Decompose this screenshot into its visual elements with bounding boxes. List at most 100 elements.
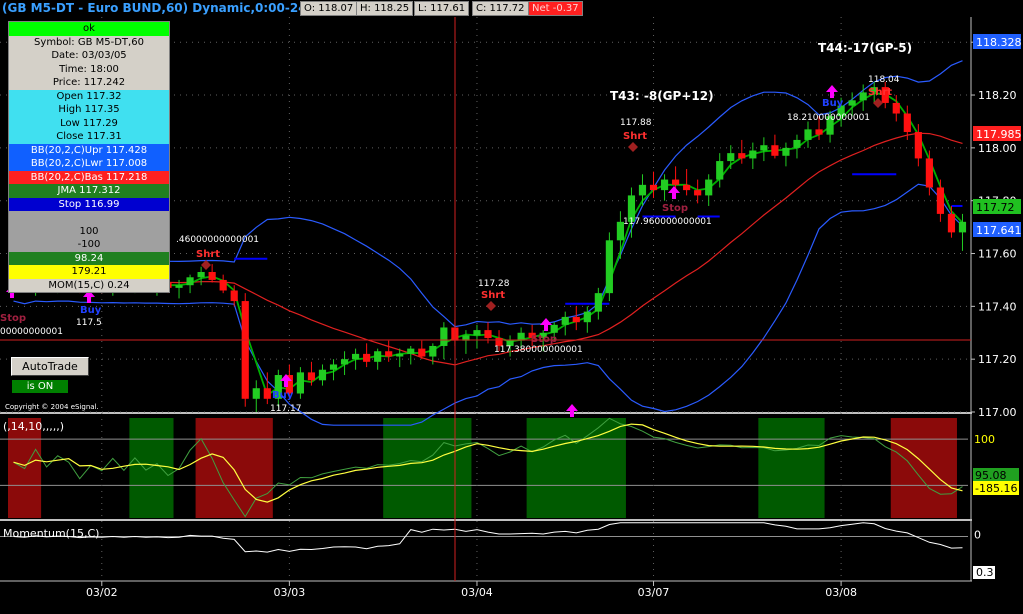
chart-annotation: 18.210000000001: [787, 113, 870, 123]
price-tick-label: 117.20: [978, 353, 1017, 366]
buy-arrow-icon: [540, 318, 552, 331]
candle-body: [418, 348, 426, 357]
stop-signal-label: Stop: [0, 313, 26, 324]
candle-body: [230, 290, 238, 302]
short-diamond-icon: [486, 301, 496, 311]
buy-signal-label: Buy: [80, 305, 102, 316]
time-tick-label: 03/03: [274, 586, 306, 599]
time-tick-label: 03/02: [86, 586, 118, 599]
cursor-window-row: -100: [9, 238, 169, 252]
chart-annotation: 00000000001: [0, 327, 63, 337]
candle-body: [550, 324, 558, 333]
candle-body: [594, 293, 602, 312]
price-badge-label: 117.72: [976, 201, 1015, 214]
candle-body: [517, 332, 525, 341]
price-tick-label: 117.60: [978, 248, 1017, 261]
candle-body: [925, 158, 933, 188]
candle-body: [263, 388, 271, 399]
candle-body: [936, 187, 944, 214]
candle-body: [760, 145, 768, 151]
cursor-window-row: BB(20,2,C)Lwr 117.008: [9, 157, 169, 171]
short-signal-label: Shrt: [623, 131, 647, 142]
candle-body: [219, 279, 227, 291]
cursor-window[interactable]: ok Symbol: GB M5-DT,60 Date: 03/03/05 Time:…: [8, 21, 170, 293]
candle-body: [716, 161, 724, 180]
candle-body: [241, 301, 249, 399]
chart-window[interactable]: (,14,10,,,,,) Momentum(15,C) T43: -8(GP+12…: [0, 0, 1023, 614]
ohlc-value: O: 118.07: [300, 1, 358, 16]
cci-badge-label: -185.16: [975, 482, 1017, 495]
cursor-window-row: Close 117.31: [9, 130, 169, 144]
chart-annotation: 117.380000000001: [494, 345, 583, 355]
chart-annotation: 117.960000000001: [623, 217, 712, 227]
chart-annotation: 117.28: [478, 279, 510, 289]
candle-body: [683, 184, 691, 191]
candle-body: [561, 316, 569, 325]
cursor-window-row: MOM(15,C) 0.24: [9, 278, 169, 292]
candle-body: [782, 147, 790, 156]
buy-arrow-icon: [566, 404, 578, 417]
candle-body: [605, 240, 613, 294]
candle-body: [649, 184, 658, 191]
cci-zone: [129, 418, 174, 518]
time-tick-label: 03/07: [638, 586, 670, 599]
cci-badge-label: 95.08: [975, 469, 1007, 482]
short-signal-label: Shrt: [481, 290, 505, 301]
autotrade-status: is ON: [12, 380, 68, 393]
cursor-window-row: 179.21: [9, 265, 169, 279]
cci-zone: [383, 418, 472, 518]
candle-body: [440, 327, 448, 346]
candle-body: [396, 353, 404, 357]
candle-body: [208, 272, 216, 280]
momentum-panel-label: Momentum(15,C): [3, 527, 99, 540]
candle-body: [197, 272, 205, 278]
candle-body: [296, 372, 304, 394]
momentum-badge-label: 0.3: [976, 566, 994, 579]
copyright-text: Copyright © 2004 eSignal.: [5, 403, 99, 411]
stop-signal-label: Stop: [662, 203, 688, 214]
short-signal-label: Shrt: [196, 249, 220, 260]
price-tick-label: 117.40: [978, 300, 1017, 313]
cursor-window-row: Symbol: GB M5-DT,60: [9, 35, 169, 49]
candle-body: [738, 153, 746, 159]
cci-zone: [195, 418, 273, 518]
price-tick-label: 118.20: [978, 89, 1017, 102]
short-diamond-icon: [201, 260, 211, 270]
candle-body: [848, 100, 856, 106]
chart-annotation: 117.5: [76, 318, 102, 328]
short-diamond-icon: [628, 142, 638, 152]
candle-body: [175, 285, 183, 288]
candle-body: [340, 359, 349, 365]
cursor-window-row: [9, 211, 169, 225]
candle-body: [329, 364, 338, 370]
candle-body: [694, 190, 702, 196]
time-tick-label: 03/04: [461, 586, 493, 599]
cursor-window-row: Date: 03/03/05: [9, 49, 169, 63]
candle-body: [804, 129, 812, 140]
price-tick-label: 118.00: [978, 142, 1017, 155]
cursor-window-row: JMA 117.312: [9, 184, 169, 198]
cursor-window-row: Stop 116.99: [9, 197, 169, 211]
cursor-window-row: 100: [9, 224, 169, 238]
buy-signal-label: Buy: [272, 390, 294, 401]
cursor-window-row: Open 117.32: [9, 89, 169, 103]
price-badge-label: 117.985: [976, 128, 1022, 141]
cci-zone: [890, 418, 957, 518]
candle-body: [815, 129, 823, 135]
short-signal-label: Shrt: [868, 87, 892, 98]
candle-body: [374, 351, 382, 362]
ohlc-value: L: 117.61: [414, 1, 470, 16]
ohlc-value: H: 118.25: [356, 1, 414, 16]
candle-body: [385, 351, 393, 357]
buy-arrow-icon: [668, 186, 680, 199]
ohlc-value: C: 117.72: [472, 1, 529, 16]
candle-body: [672, 179, 680, 185]
trade-label: T43: -8(GP+12): [610, 89, 714, 103]
price-badge-label: 118.328: [976, 36, 1022, 49]
candle-body: [749, 150, 757, 159]
candle-body: [793, 139, 801, 148]
candle-body: [638, 184, 647, 196]
cursor-window-row: Time: 18:00: [9, 62, 169, 76]
autotrade-button[interactable]: AutoTrade: [11, 357, 89, 376]
chart-annotation: 117.88: [620, 118, 652, 128]
